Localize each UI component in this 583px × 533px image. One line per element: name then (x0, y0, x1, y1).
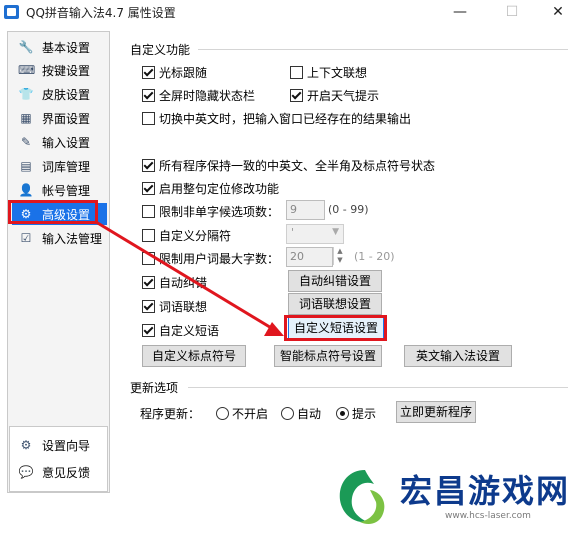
watermark-title: 宏昌游戏网 (400, 472, 571, 510)
watermark-logo-icon (339, 470, 385, 524)
watermark-url: www.hcs-laser.com (445, 511, 531, 521)
watermark: 宏昌游戏网 www.hcs-laser.com (330, 460, 583, 533)
annotation-arrow (95, 220, 284, 336)
